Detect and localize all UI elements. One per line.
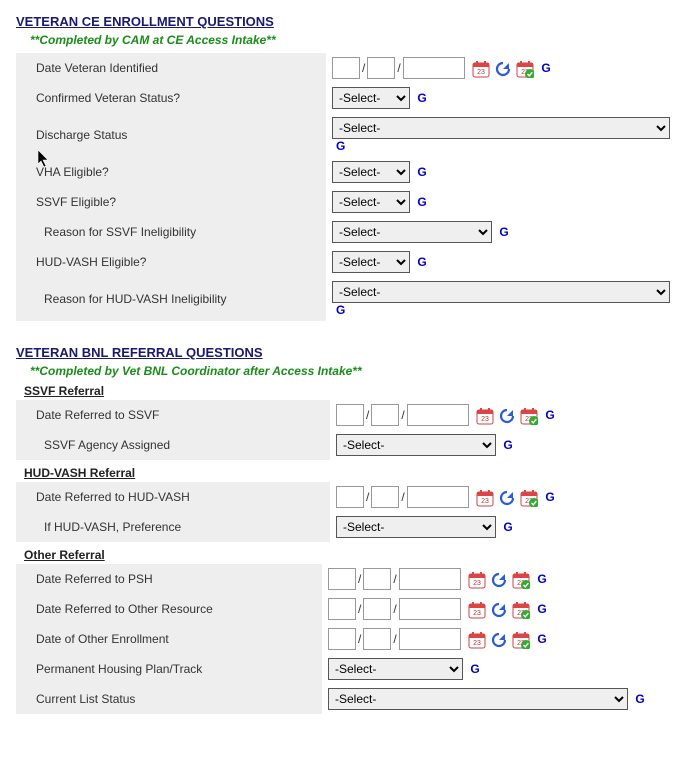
ssvf-referral-table: Date Referred to SSVF // G SSVF Agency A… — [16, 400, 676, 460]
g-link[interactable]: G — [537, 632, 546, 646]
calendar-ok-icon[interactable] — [520, 489, 538, 507]
date-identified-dd[interactable] — [367, 57, 395, 79]
calendar-clear-icon[interactable] — [476, 489, 494, 507]
date-enroll-yyyy[interactable] — [399, 628, 461, 650]
g-link[interactable]: G — [545, 408, 554, 422]
select-housing-plan[interactable]: -Select- — [328, 658, 463, 680]
label-ssvf-inelig-reason: Reason for SSVF Ineligibility — [16, 217, 326, 247]
calendar-clear-icon[interactable] — [472, 60, 490, 78]
ce-form-table: Date Veteran Identified // G Confirmed V… — [16, 53, 676, 321]
select-ssvf-agency[interactable]: -Select- — [336, 434, 496, 456]
date-ssvf-mm[interactable] — [336, 404, 364, 426]
label-date-referred-ssvf: Date Referred to SSVF — [16, 400, 330, 430]
g-link[interactable]: G — [417, 165, 426, 179]
select-ssvf-eligible[interactable]: -Select- — [332, 191, 410, 213]
label-permanent-housing-plan: Permanent Housing Plan/Track — [16, 654, 322, 684]
g-link[interactable]: G — [470, 662, 479, 676]
date-ssvf-yyyy[interactable] — [407, 404, 469, 426]
section-title-bnl: VETERAN BNL REFERRAL QUESTIONS — [10, 345, 667, 360]
g-link[interactable]: G — [537, 602, 546, 616]
g-link[interactable]: G — [499, 225, 508, 239]
section-subtitle-bnl: **Completed by Vet BNL Coordinator after… — [30, 364, 667, 378]
calendar-ok-icon[interactable] — [520, 407, 538, 425]
refresh-icon[interactable] — [494, 60, 512, 78]
date-other-mm[interactable] — [328, 598, 356, 620]
date-other-dd[interactable] — [363, 598, 391, 620]
other-referral-table: Date Referred to PSH // G Date Referred … — [16, 564, 676, 714]
refresh-icon[interactable] — [498, 489, 516, 507]
select-hudvash-preference[interactable]: -Select- — [336, 516, 496, 538]
calendar-clear-icon[interactable] — [468, 601, 486, 619]
select-hudvash-eligible[interactable]: -Select- — [332, 251, 410, 273]
calendar-clear-icon[interactable] — [468, 631, 486, 649]
label-date-referred-psh: Date Referred to PSH — [16, 564, 322, 594]
subheader-hudvash-referral: HUD-VASH Referral — [24, 466, 667, 480]
label-hudvash-preference: If HUD-VASH, Preference — [16, 512, 330, 542]
label-confirmed-status: Confirmed Veteran Status? — [16, 83, 326, 113]
calendar-ok-icon[interactable] — [512, 571, 530, 589]
label-ssvf-eligible: SSVF Eligible? — [16, 187, 326, 217]
select-ssvf-inelig-reason[interactable]: -Select- — [332, 221, 492, 243]
date-enroll-dd[interactable] — [363, 628, 391, 650]
g-link[interactable]: G — [541, 61, 550, 75]
date-ssvf-dd[interactable] — [371, 404, 399, 426]
refresh-icon[interactable] — [490, 631, 508, 649]
date-identified-yyyy[interactable] — [403, 57, 465, 79]
g-link[interactable]: G — [503, 438, 512, 452]
g-link[interactable]: G — [545, 490, 554, 504]
label-date-other-enrollment: Date of Other Enrollment — [16, 624, 322, 654]
date-identified-mm[interactable] — [332, 57, 360, 79]
subheader-other-referral: Other Referral — [24, 548, 667, 562]
label-date-referred-hudvash: Date Referred to HUD-VASH — [16, 482, 330, 512]
g-link[interactable]: G — [417, 255, 426, 269]
date-enroll-mm[interactable] — [328, 628, 356, 650]
refresh-icon[interactable] — [490, 571, 508, 589]
label-discharge-status: Discharge Status — [16, 113, 326, 157]
g-link[interactable]: G — [635, 692, 644, 706]
select-confirmed-status[interactable]: -Select- — [332, 87, 410, 109]
refresh-icon[interactable] — [490, 601, 508, 619]
g-link[interactable]: G — [336, 303, 345, 317]
calendar-ok-icon[interactable] — [512, 631, 530, 649]
label-hudvash-inelig-reason: Reason for HUD-VASH Ineligibility — [16, 277, 326, 321]
date-hudvash-dd[interactable] — [371, 486, 399, 508]
refresh-icon[interactable] — [498, 407, 516, 425]
label-date-veteran-identified: Date Veteran Identified — [16, 53, 326, 83]
select-discharge-status[interactable]: -Select- — [332, 117, 670, 139]
label-current-list-status: Current List Status — [16, 684, 322, 714]
label-date-referred-other: Date Referred to Other Resource — [16, 594, 322, 624]
select-vha-eligible[interactable]: -Select- — [332, 161, 410, 183]
date-hudvash-mm[interactable] — [336, 486, 364, 508]
calendar-ok-icon[interactable] — [516, 60, 534, 78]
date-hudvash-yyyy[interactable] — [407, 486, 469, 508]
subheader-ssvf-referral: SSVF Referral — [24, 384, 667, 398]
select-current-list-status[interactable]: -Select- — [328, 688, 628, 710]
g-link[interactable]: G — [537, 572, 546, 586]
section-subtitle-ce: **Completed by CAM at CE Access Intake** — [30, 33, 667, 47]
g-link[interactable]: G — [417, 91, 426, 105]
hudvash-referral-table: Date Referred to HUD-VASH // G If HUD-VA… — [16, 482, 676, 542]
g-link[interactable]: G — [336, 139, 345, 153]
select-hudvash-inelig-reason[interactable]: -Select- — [332, 281, 670, 303]
label-hudvash-eligible: HUD-VASH Eligible? — [16, 247, 326, 277]
date-other-yyyy[interactable] — [399, 598, 461, 620]
label-vha-eligible: VHA Eligible? — [16, 157, 326, 187]
date-psh-yyyy[interactable] — [399, 568, 461, 590]
calendar-clear-icon[interactable] — [468, 571, 486, 589]
g-link[interactable]: G — [417, 195, 426, 209]
calendar-clear-icon[interactable] — [476, 407, 494, 425]
date-psh-dd[interactable] — [363, 568, 391, 590]
label-ssvf-agency-assigned: SSVF Agency Assigned — [16, 430, 330, 460]
calendar-ok-icon[interactable] — [512, 601, 530, 619]
section-title-ce: VETERAN CE ENROLLMENT QUESTIONS — [10, 14, 667, 29]
g-link[interactable]: G — [503, 520, 512, 534]
date-psh-mm[interactable] — [328, 568, 356, 590]
